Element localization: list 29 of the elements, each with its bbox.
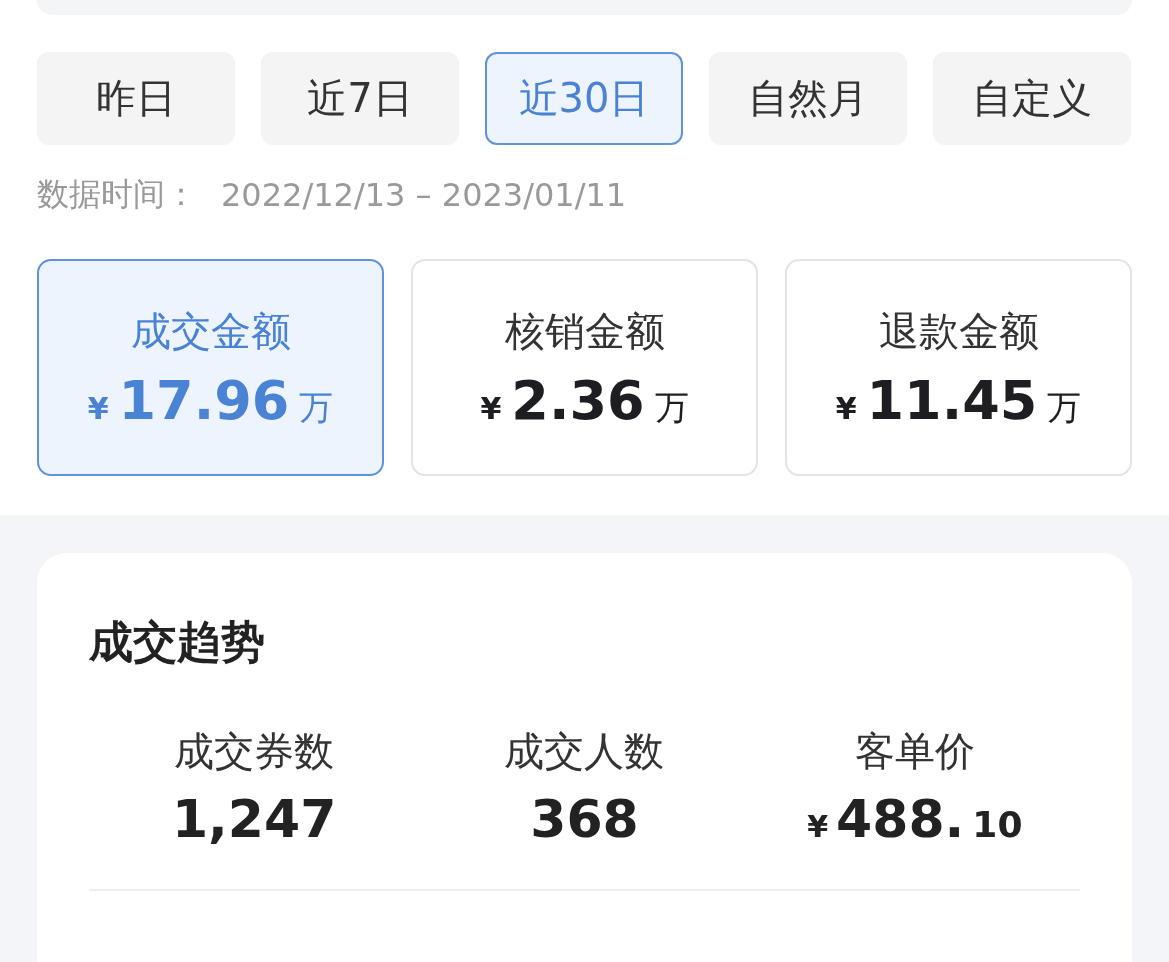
metric-amount: 17.96 xyxy=(118,368,290,432)
data-time-range: 2022/12/13 – 2023/01/11 xyxy=(221,176,627,214)
metric-title: 退款金额 xyxy=(878,306,1039,356)
stat-value: 488. xyxy=(836,789,965,849)
currency-sign: ¥ xyxy=(807,809,829,844)
metric-amount: 2.36 xyxy=(511,368,645,432)
metric-unit: 万 xyxy=(1047,385,1082,429)
date-range-tab[interactable]: 自定义 xyxy=(933,52,1131,145)
metric-title: 核销金额 xyxy=(504,306,665,356)
stat-label: 成交人数 xyxy=(504,727,665,776)
date-range-tab[interactable]: 昨日 xyxy=(37,52,235,145)
stat-value: 1,247 xyxy=(171,789,337,849)
data-time-label: 数据时间： xyxy=(37,174,197,215)
stat-label: 客单价 xyxy=(854,727,975,776)
metric-unit: 万 xyxy=(654,385,689,429)
currency-sign: ¥ xyxy=(87,390,109,426)
trend-title: 成交趋势 xyxy=(89,615,266,669)
date-range-tab[interactable]: 近7日 xyxy=(261,52,459,145)
metric-card[interactable]: 退款金额 ¥ 11.45 万 xyxy=(785,259,1132,476)
metric-title: 成交金额 xyxy=(130,306,291,356)
currency-sign: ¥ xyxy=(835,390,857,426)
date-range-tab[interactable]: 自然月 xyxy=(709,52,907,145)
currency-sign: ¥ xyxy=(480,390,502,426)
metric-amount: 11.45 xyxy=(866,368,1038,432)
stat-value: 368 xyxy=(530,789,639,849)
metric-unit: 万 xyxy=(299,385,334,429)
metric-card[interactable]: 核销金额 ¥ 2.36 万 xyxy=(411,259,758,476)
stat-label: 成交券数 xyxy=(174,727,335,776)
stat-fraction: 10 xyxy=(972,804,1023,845)
